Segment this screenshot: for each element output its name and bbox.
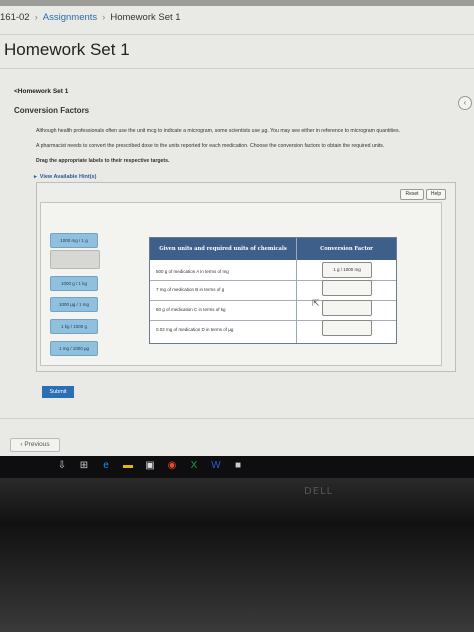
- breadcrumb-course[interactable]: 161-02: [0, 12, 30, 23]
- table-header-factor: Conversion Factor: [297, 238, 396, 260]
- breadcrumb: 161-02 › Assignments › Homework Set 1: [0, 12, 181, 30]
- help-button[interactable]: Help: [426, 189, 446, 200]
- column-divider: [296, 238, 297, 343]
- file-explorer-icon[interactable]: ▬: [122, 460, 134, 472]
- table-row-label: 60 g of medication C in terms of kg: [156, 307, 226, 312]
- app-icon[interactable]: ■: [232, 460, 244, 472]
- back-link[interactable]: <Homework Set 1: [14, 88, 68, 95]
- reset-button[interactable]: Reset: [400, 189, 424, 200]
- task-view-icon[interactable]: ⊞: [78, 460, 90, 472]
- placed-label-1g-per-1000mg[interactable]: 1 g / 1000 mg: [322, 262, 372, 278]
- table-row-label: 0.02 mg of medication D in terms of µg: [156, 327, 234, 332]
- instruction-text: A pharmacist needs to convert the prescr…: [36, 143, 385, 149]
- instruction-text: Although health professionals often use …: [36, 128, 400, 134]
- instruction-text: Drag the appropriate labels to their res…: [36, 158, 170, 164]
- previous-label: Previous: [24, 441, 50, 448]
- download-icon[interactable]: ⇩: [56, 460, 68, 472]
- divider: [0, 418, 474, 419]
- drop-target-medication-b[interactable]: [322, 280, 372, 296]
- divider: [0, 34, 474, 35]
- table-row-label: 7 mg of medication B in terms of g: [156, 287, 225, 292]
- previous-button[interactable]: ‹ Previous: [10, 438, 60, 452]
- drag-label-1kg-per-1000g[interactable]: 1 kg / 1000 g: [50, 319, 98, 334]
- word-icon[interactable]: W: [210, 460, 222, 472]
- drag-label-1000g-per-kg[interactable]: 1000 g / 1 kg: [50, 276, 98, 291]
- breadcrumb-current: Homework Set 1: [110, 12, 181, 23]
- chrome-icon[interactable]: ◉: [166, 460, 178, 472]
- breadcrumb-separator: ›: [102, 12, 106, 23]
- store-icon[interactable]: ▣: [144, 460, 156, 472]
- drop-target-medication-d[interactable]: [322, 320, 372, 336]
- table-header-given: Given units and required units of chemic…: [150, 238, 296, 260]
- brand-logo: DELL: [304, 486, 334, 497]
- drag-label-1000mg-per-g[interactable]: 1000 mg / 1 g: [50, 233, 98, 248]
- breadcrumb-separator: ›: [34, 12, 38, 23]
- divider: [0, 68, 474, 69]
- drop-target-medication-c[interactable]: [322, 300, 372, 316]
- triangle-right-icon: ▸: [34, 174, 37, 180]
- view-hints-link[interactable]: ▸ View Available Hint(s): [34, 174, 96, 180]
- edge-browser-icon[interactable]: e: [100, 460, 112, 472]
- chevron-left-icon[interactable]: ‹: [458, 96, 472, 110]
- mouse-cursor-icon: ⇱: [312, 298, 320, 308]
- breadcrumb-assignments[interactable]: Assignments: [43, 12, 97, 23]
- table-row-label: 500 g of medication A in terms of mg: [156, 269, 229, 274]
- empty-label-slot: [50, 250, 100, 269]
- top-bar: [0, 0, 474, 6]
- excel-icon[interactable]: X: [188, 460, 200, 472]
- section-title: Conversion Factors: [14, 106, 90, 115]
- submit-button[interactable]: Submit: [42, 386, 74, 398]
- hints-label: View Available Hint(s): [39, 174, 97, 180]
- page-title: Homework Set 1: [4, 40, 130, 59]
- drag-label-1mg-per-1000ug[interactable]: 1 mg / 1000 µg: [50, 341, 98, 356]
- drag-label-1000ug-per-mg[interactable]: 1000 µg / 1 mg: [50, 297, 98, 312]
- laptop-bezel: [0, 478, 474, 632]
